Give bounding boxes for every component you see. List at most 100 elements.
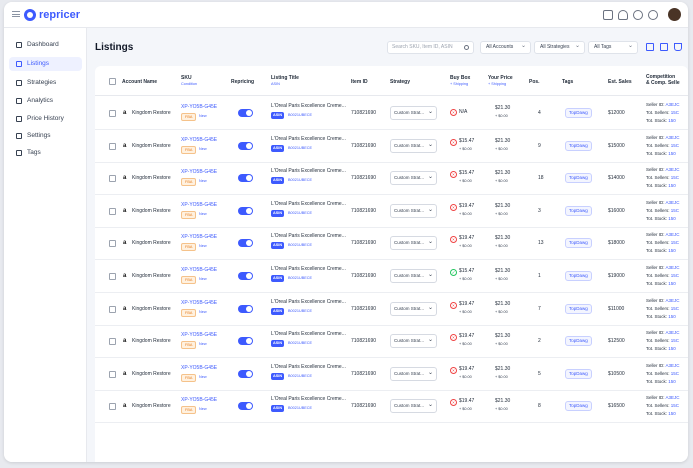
sku-link[interactable]: XP-YO5B-G45E <box>181 137 217 143</box>
asin-code[interactable]: B0021UBECE <box>288 146 312 150</box>
tag-pill[interactable]: TopDawg <box>565 205 592 216</box>
col-listing-title[interactable]: Listing Title ASIN <box>271 75 299 86</box>
strategy-select[interactable]: Custom Strat... <box>390 138 437 153</box>
strategies-filter[interactable]: All Strategies <box>534 41 585 54</box>
strategy-select[interactable]: Custom Strat... <box>390 399 437 414</box>
sku-link[interactable]: XP-YO5B-G45E <box>181 202 217 208</box>
asin-code[interactable]: B0021UBECE <box>288 276 312 280</box>
row-checkbox[interactable] <box>109 240 116 248</box>
repricing-toggle[interactable] <box>238 402 253 411</box>
listing-title[interactable]: L'Oreal Paris Excellence Creme... <box>271 299 346 305</box>
mail-icon[interactable] <box>603 10 613 20</box>
col-item-id[interactable]: Item ID <box>351 79 368 85</box>
repricing-toggle[interactable] <box>238 141 253 150</box>
asin-code[interactable]: B0021UBECE <box>288 211 312 215</box>
strategy-select[interactable]: Custom Strat... <box>390 269 437 283</box>
select-all-checkbox[interactable] <box>109 78 116 85</box>
sku-link[interactable]: XP-YO5B-G45E <box>181 365 217 371</box>
col-competition[interactable]: Competition & Comp. Selle <box>646 74 680 86</box>
accounts-filter[interactable]: All Accounts <box>480 41 531 54</box>
row-checkbox[interactable] <box>109 338 116 346</box>
row-checkbox[interactable] <box>109 207 116 215</box>
asin-code[interactable]: B0021UBECE <box>288 113 312 117</box>
col-strategy[interactable]: Strategy <box>390 79 410 85</box>
repricing-toggle[interactable] <box>238 272 253 280</box>
listing-title[interactable]: L'Oreal Paris Excellence Creme... <box>271 168 346 174</box>
sidebar-item-listings[interactable]: Listings <box>9 57 82 71</box>
col-pos[interactable]: Pos. <box>529 79 540 85</box>
menu-icon[interactable] <box>12 11 20 17</box>
strategy-select[interactable]: Custom Strat... <box>390 171 437 186</box>
search-input[interactable]: Search SKU, Item ID, ASIN <box>387 41 474 54</box>
tag-pill[interactable]: TopDawg <box>565 368 592 379</box>
sku-link[interactable]: XP-YO5B-G45E <box>181 104 217 110</box>
asin-code[interactable]: B0021UBECE <box>288 178 312 182</box>
sidebar-item-strategies[interactable]: Strategies <box>9 76 82 90</box>
tag-pill[interactable]: TopDawg <box>565 173 592 184</box>
row-checkbox[interactable] <box>109 142 116 150</box>
sidebar-item-dashboard[interactable]: Dashboard <box>9 38 82 52</box>
repricing-toggle[interactable] <box>238 109 253 117</box>
bell-icon[interactable] <box>618 10 628 20</box>
row-checkbox[interactable] <box>109 273 116 280</box>
tags-filter[interactable]: All Tags <box>588 41 638 54</box>
strategy-select[interactable]: Custom Strat... <box>390 334 437 349</box>
avatar[interactable] <box>668 8 681 21</box>
asin-code[interactable]: B0021UBECE <box>288 309 312 313</box>
tag-pill[interactable]: TopDawg <box>565 108 592 118</box>
listing-title[interactable]: L'Oreal Paris Excellence Creme... <box>271 233 346 239</box>
repricing-toggle[interactable] <box>238 206 253 215</box>
strategy-select[interactable]: Custom Strat... <box>390 203 437 218</box>
sidebar-item-settings[interactable]: Settings <box>9 129 82 143</box>
tag-pill[interactable]: TopDawg <box>565 336 592 347</box>
tag-pill[interactable]: TopDawg <box>565 303 592 314</box>
row-checkbox[interactable] <box>109 305 116 313</box>
help-icon[interactable] <box>648 10 658 20</box>
filter-icon[interactable] <box>674 43 682 51</box>
row-checkbox[interactable] <box>109 403 116 411</box>
listing-title[interactable]: L'Oreal Paris Excellence Creme... <box>271 103 346 109</box>
repricing-toggle[interactable] <box>238 174 253 183</box>
asin-code[interactable]: B0021UBECE <box>288 406 312 410</box>
col-est-sales[interactable]: Est. Sales <box>608 79 632 85</box>
sku-link[interactable]: XP-YO5B-G45E <box>181 397 217 403</box>
asin-code[interactable]: B0021UBECE <box>288 374 312 378</box>
listing-title[interactable]: L'Oreal Paris Excellence Creme... <box>271 136 346 142</box>
repricing-toggle[interactable] <box>238 337 253 346</box>
asin-code[interactable]: B0021UBECE <box>288 341 312 345</box>
gear-icon[interactable] <box>633 10 643 20</box>
tag-pill[interactable]: TopDawg <box>565 238 592 249</box>
asin-code[interactable]: B0021UBECE <box>288 243 312 247</box>
columns-icon[interactable] <box>660 43 668 51</box>
col-repricing[interactable]: Repricing <box>231 79 254 85</box>
sku-link[interactable]: XP-YO5B-G45E <box>181 234 217 240</box>
col-tags[interactable]: Tags <box>562 79 573 85</box>
sidebar-item-tags[interactable]: Tags <box>9 146 82 160</box>
filter-settings-icon[interactable] <box>646 43 654 51</box>
sku-link[interactable]: XP-YO5B-G45E <box>181 267 217 273</box>
listing-title[interactable]: L'Oreal Paris Excellence Creme... <box>271 396 346 402</box>
listing-title[interactable]: L'Oreal Paris Excellence Creme... <box>271 201 346 207</box>
strategy-select[interactable]: Custom Strat... <box>390 236 437 251</box>
sku-link[interactable]: XP-YO5B-G45E <box>181 169 217 175</box>
sidebar-item-price-history[interactable]: Price History <box>9 112 82 126</box>
sidebar-item-analytics[interactable]: Analytics <box>9 94 82 108</box>
col-sku[interactable]: SKU Condition <box>181 75 197 86</box>
tag-pill[interactable]: TopDawg <box>565 271 592 281</box>
listing-title[interactable]: L'Oreal Paris Excellence Creme... <box>271 331 346 337</box>
tag-pill[interactable]: TopDawg <box>565 401 592 412</box>
listing-title[interactable]: L'Oreal Paris Excellence Creme... <box>271 364 346 370</box>
strategy-select[interactable]: Custom Strat... <box>390 106 437 120</box>
strategy-select[interactable]: Custom Strat... <box>390 301 437 316</box>
strategy-select[interactable]: Custom Strat... <box>390 366 437 381</box>
col-buy-box[interactable]: Buy Box + Shipping <box>450 75 470 86</box>
tag-pill[interactable]: TopDawg <box>565 140 592 151</box>
listing-title[interactable]: L'Oreal Paris Excellence Creme... <box>271 266 346 272</box>
sku-link[interactable]: XP-YO5B-G45E <box>181 332 217 338</box>
col-your-price[interactable]: Your Price + Shipping <box>488 75 513 86</box>
row-checkbox[interactable] <box>109 370 116 378</box>
row-checkbox[interactable] <box>109 110 116 117</box>
repricing-toggle[interactable] <box>238 239 253 248</box>
repricing-toggle[interactable] <box>238 304 253 313</box>
sku-link[interactable]: XP-YO5B-G45E <box>181 300 217 306</box>
